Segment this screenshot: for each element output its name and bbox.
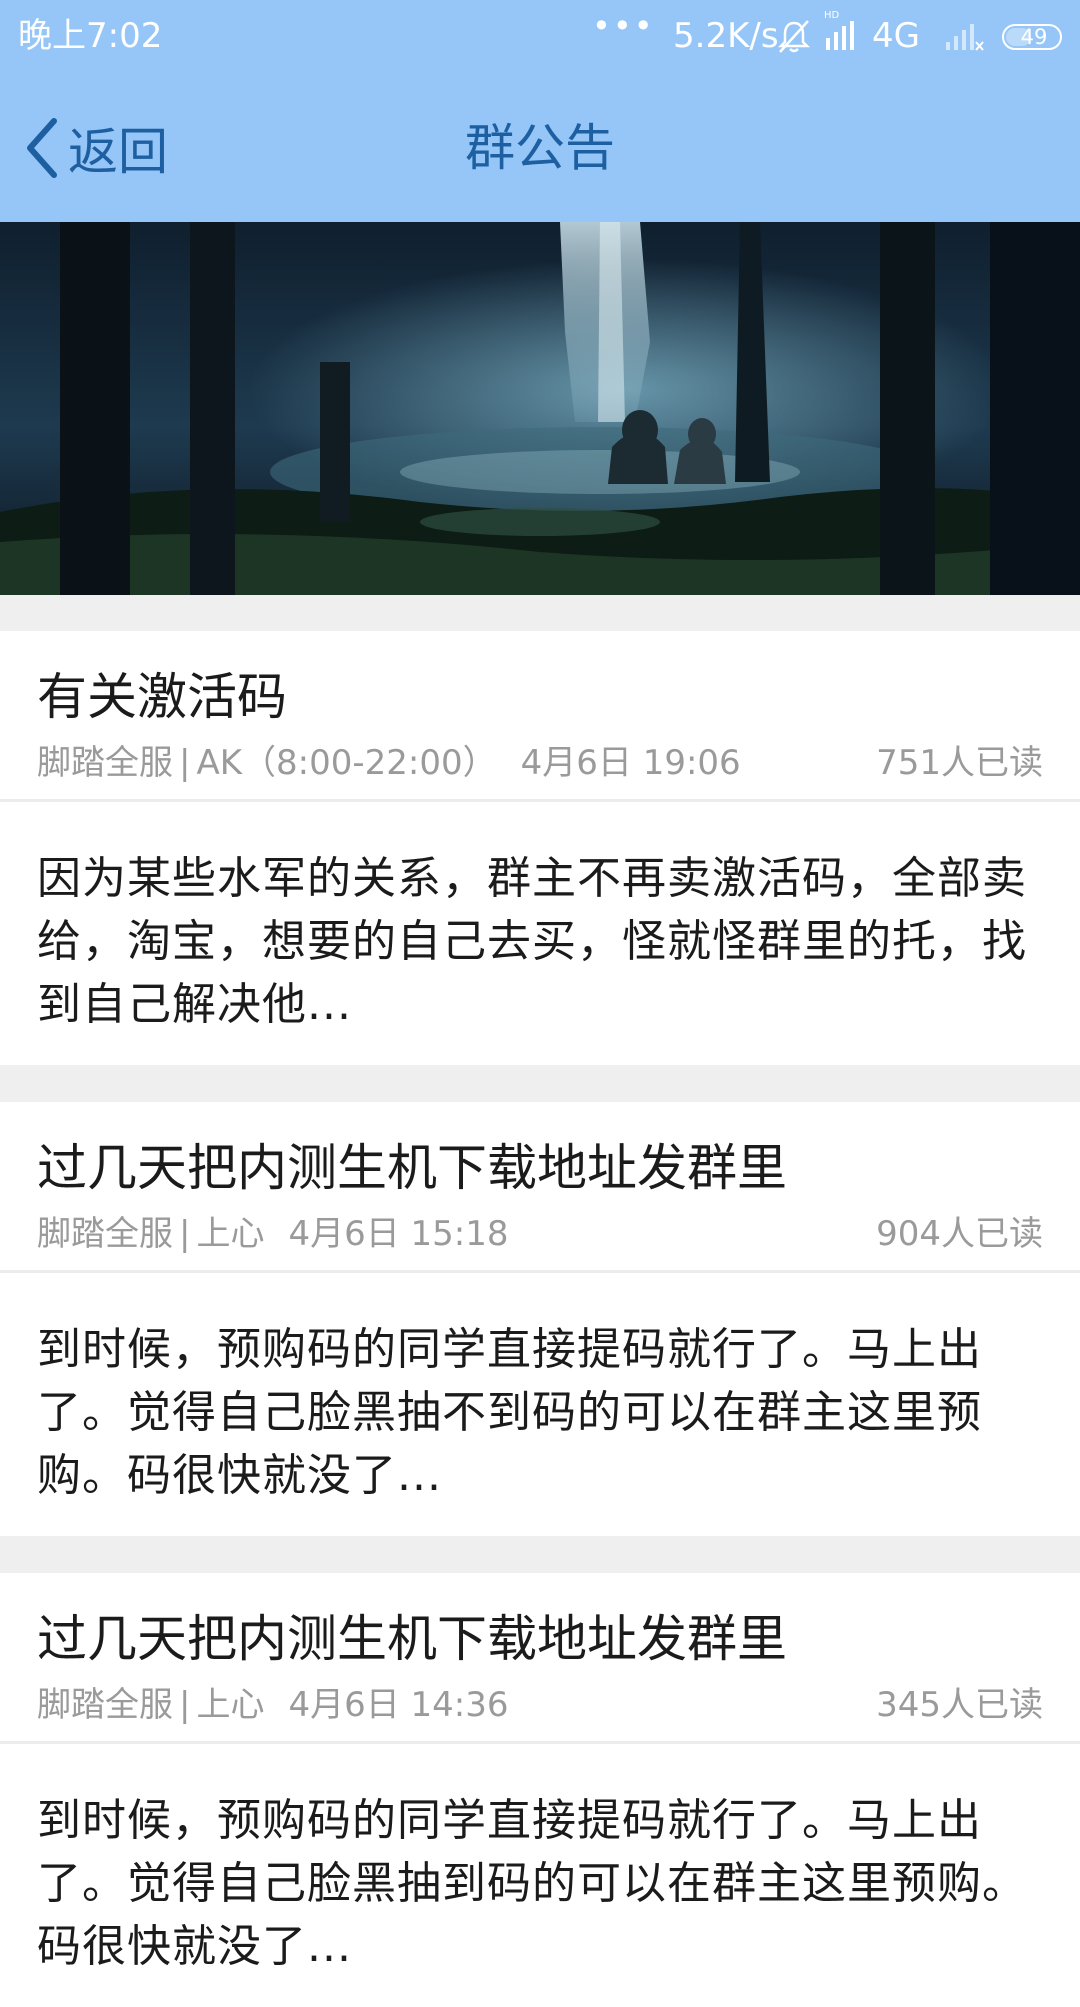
divider [0,799,1080,802]
mute-bell-icon [777,20,811,53]
svg-text:HD: HD [824,10,840,21]
notice-meta: 脚踏全服 | 上心 4月6日 15:18 [37,1214,509,1254]
notice-card[interactable]: 过几天把内测生机下载地址发群里 脚踏全服 | 上心 4月6日 14:36 345人已读… [0,1573,1080,2007]
notice-header: 过几天把内测生机下载地址发群里 脚踏全服 | 上心 4月6日 14:36 345人已读 [0,1573,1080,1741]
network-speed: 5.2K/s [673,16,779,56]
notice-author: AK（8:00-22:00） [196,743,497,783]
battery-body: 49 [1002,24,1062,50]
divider [0,1270,1080,1273]
battery-icon: 49 [998,18,1066,52]
back-button[interactable]: 返回 [22,112,168,184]
secondary-signal-icon [946,24,984,51]
notice-date: 4月6日 14:36 [288,1685,509,1725]
nav-bar: 返回 群公告 [0,74,1080,222]
meta-separator: | [179,1685,191,1725]
notice-group: 脚踏全服 [37,743,173,783]
hd-signal-icon: HD [824,10,854,50]
network-type: 4G [872,16,920,56]
status-time: 晚上7:02 [18,16,163,56]
banner-image [0,222,1080,595]
forest-waterfall-illustration [0,222,1080,595]
notice-header: 有关激活码 脚踏全服 | AK（8:00-22:00） 4月6日 19:06 751人… [0,631,1080,799]
chevron-left-icon [27,118,57,178]
top-header: 晚上7:02 ••• 5.2K/s HD 4G 49 返回 群公告 [0,0,1080,222]
notice-title: 过几天把内测生机下载地址发群里 [37,1610,787,1668]
notice-date: 4月6日 15:18 [288,1214,509,1254]
notice-body: 因为某些水军的关系，群主不再卖激活码，全部卖给，淘宝，想要的自己去买，怪就怪群里… [37,853,1027,1030]
back-label: 返回 [68,123,168,181]
battery-text: 49 [1020,25,1048,49]
notice-read-count: 345人已读 [876,1685,1043,1725]
notice-body: 到时候，预购码的同学直接提码就行了。马上出了。觉得自己脸黑抽到码的可以在群主这里… [37,1795,1027,1972]
more-dots-icon: ••• [592,7,655,45]
notice-title: 过几天把内测生机下载地址发群里 [37,1139,787,1197]
notice-title: 有关激活码 [37,668,287,726]
notice-meta: 脚踏全服 | AK（8:00-22:00） 4月6日 19:06 [37,743,741,783]
notice-group: 脚踏全服 [37,1214,173,1254]
divider [0,1741,1080,1744]
meta-separator: | [179,1214,191,1254]
notice-group: 脚踏全服 [37,1685,173,1725]
notice-header: 过几天把内测生机下载地址发群里 脚踏全服 | 上心 4月6日 15:18 904人已读 [0,1102,1080,1270]
notice-author: 上心 [196,1214,265,1254]
notice-read-count: 904人已读 [876,1214,1043,1254]
meta-separator: | [179,743,191,783]
notice-card[interactable]: 有关激活码 脚踏全服 | AK（8:00-22:00） 4月6日 19:06 751人… [0,631,1080,1065]
notice-card[interactable]: 过几天把内测生机下载地址发群里 脚踏全服 | 上心 4月6日 15:18 904人已读… [0,1102,1080,1536]
notice-author: 上心 [196,1685,265,1725]
notice-read-count: 751人已读 [876,743,1043,783]
notice-date: 4月6日 19:06 [520,743,741,783]
notice-body: 到时候，预购码的同学直接提码就行了。马上出了。觉得自己脸黑抽不到码的可以在群主这… [37,1324,982,1501]
notice-meta: 脚踏全服 | 上心 4月6日 14:36 [37,1685,509,1725]
status-bar: 晚上7:02 ••• 5.2K/s HD 4G 49 [0,0,1080,74]
